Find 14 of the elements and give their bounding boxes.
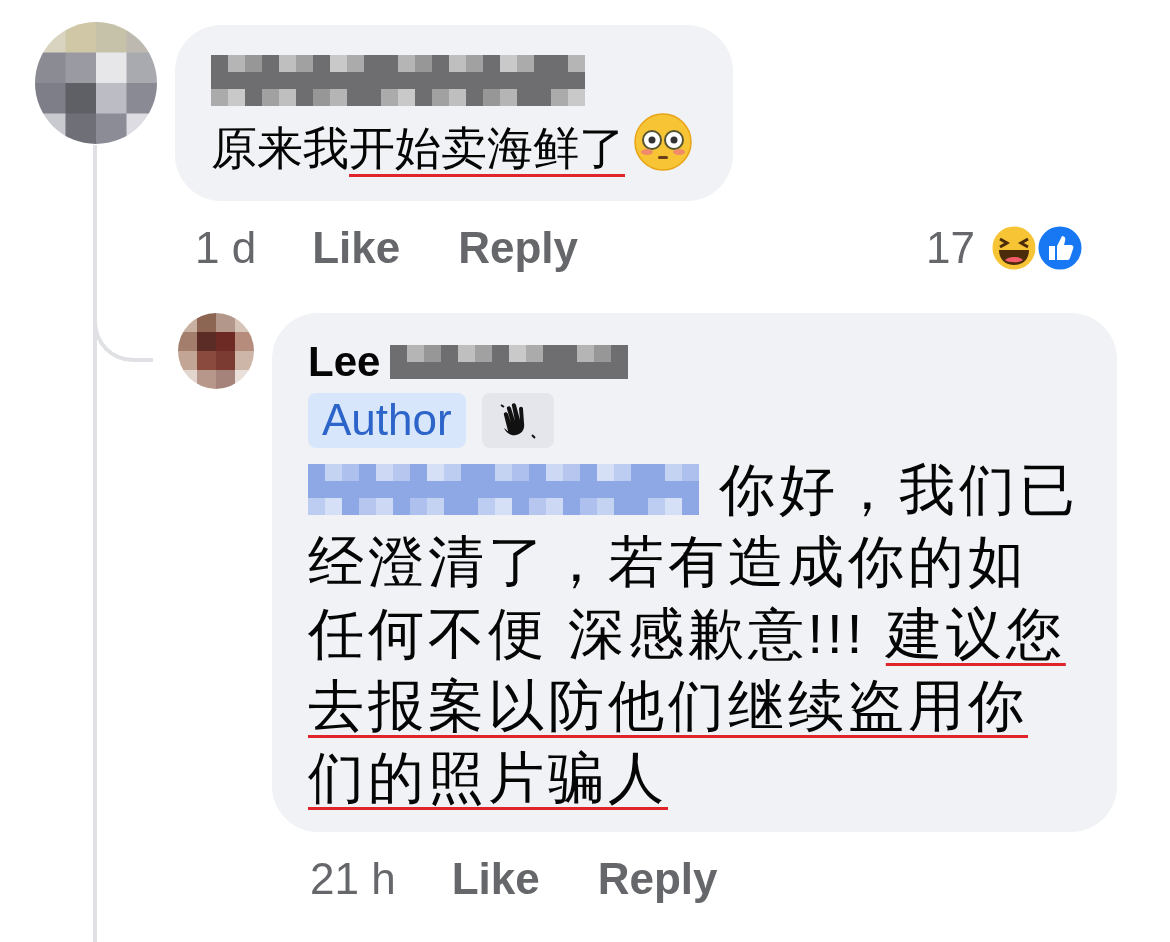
comment-text: 你好，我们已经澄清了，若有造成你的如任何不便 深感歉意!!! 建议您去报案以防他们继续盗用你们的照片骗人 — [308, 456, 1080, 811]
avatar[interactable] — [35, 22, 157, 144]
author-badge: Author — [308, 393, 466, 448]
author-name: Lee — [308, 339, 381, 386]
timestamp: 21 h — [310, 852, 396, 905]
avatar[interactable] — [178, 313, 254, 390]
action-link[interactable]: Reply — [597, 845, 718, 912]
flushed-face-icon — [633, 112, 693, 172]
action-link[interactable]: Like — [451, 845, 540, 912]
comment-text: 原来我开始卖海鲜了 — [211, 112, 693, 180]
timestamp: 1 d — [195, 222, 257, 275]
action-link[interactable]: Like — [312, 215, 401, 282]
action-link[interactable]: Reply — [458, 215, 579, 282]
reaction-count: 17 — [926, 222, 975, 275]
